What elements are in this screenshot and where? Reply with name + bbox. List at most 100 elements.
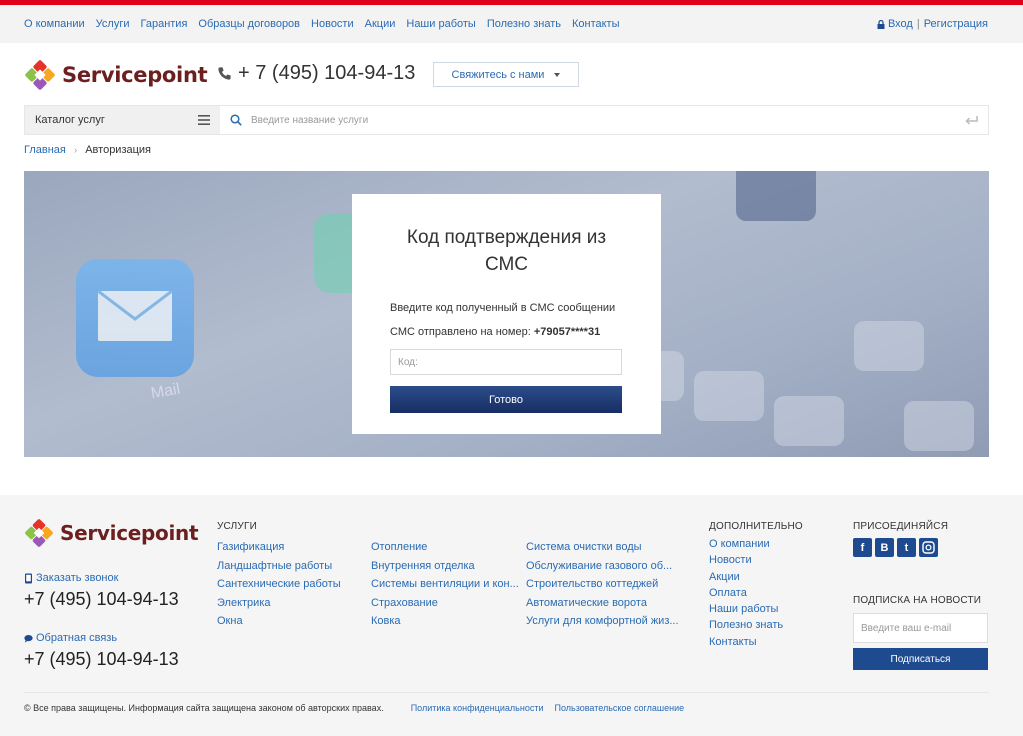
footer-extra-link[interactable]: Наши работы xyxy=(709,603,778,615)
top-menu-link-useful[interactable]: Полезно знать xyxy=(487,18,561,30)
header-phone[interactable]: + 7 (495) 104-94-13 xyxy=(217,62,415,85)
top-menu-link-warranty[interactable]: Гарантия xyxy=(141,18,188,30)
top-menu-item[interactable]: Контакты xyxy=(572,18,620,30)
footer-link[interactable]: Газификация xyxy=(217,538,365,557)
footer-link[interactable]: Акции xyxy=(709,569,783,585)
footer-link[interactable]: Окна xyxy=(217,612,365,631)
breadcrumb-home[interactable]: Главная xyxy=(24,144,66,156)
footer-bottom: © Все права защищены. Информация сайта з… xyxy=(24,703,684,713)
subscribe-button[interactable]: Подписаться xyxy=(853,648,988,670)
sms-code-input[interactable] xyxy=(390,349,622,375)
footer-link[interactable]: О компании xyxy=(709,536,783,552)
top-menu-item[interactable]: Образцы договоров xyxy=(198,18,300,30)
top-menu-link-services[interactable]: Услуги xyxy=(96,18,130,30)
footer-link[interactable]: Сантехнические работы xyxy=(217,575,365,594)
footer-extra-link[interactable]: О компании xyxy=(709,538,770,550)
top-menu-link-promos[interactable]: Акции xyxy=(365,18,396,30)
footer-divider xyxy=(24,692,989,693)
footer-link[interactable]: Строительство коттеджей xyxy=(526,575,678,594)
subscribe-email-input[interactable] xyxy=(853,613,988,643)
callback-link[interactable]: Заказать звонок xyxy=(24,572,118,584)
footer-link[interactable]: Полезно знать xyxy=(709,617,783,633)
footer-link[interactable]: Внутренняя отделка xyxy=(371,557,521,576)
top-menu-item[interactable]: Наши работы xyxy=(406,18,475,30)
site-logo[interactable]: Servicepoint xyxy=(24,59,208,91)
footer-service-link[interactable]: Окна xyxy=(217,615,243,627)
footer-link[interactable]: Обслуживание газового об... xyxy=(526,557,678,576)
keyboard-key-image xyxy=(904,401,974,451)
footer-service-link[interactable]: Страхование xyxy=(371,597,438,609)
footer-service-link[interactable]: Система очистки воды xyxy=(526,541,642,553)
footer-phone-primary[interactable]: +7 (495) 104-94-13 xyxy=(24,589,179,610)
privacy-policy-link[interactable]: Политика конфиденциальности xyxy=(411,703,544,713)
submit-code-button[interactable]: Готово xyxy=(390,386,622,413)
footer-extra-link[interactable]: Новости xyxy=(709,554,752,566)
facebook-icon[interactable]: f xyxy=(853,538,872,557)
enter-icon[interactable] xyxy=(965,115,978,126)
footer-link[interactable]: Электрика xyxy=(217,594,365,613)
footer-link[interactable]: Отопление xyxy=(371,538,521,557)
feedback-link[interactable]: Обратная связь xyxy=(24,632,117,644)
footer-link[interactable]: Контакты xyxy=(709,634,783,650)
register-link[interactable]: Регистрация xyxy=(924,18,988,30)
contact-us-dropdown[interactable]: Свяжитесь с нами xyxy=(433,62,579,87)
footer-service-link[interactable]: Автоматические ворота xyxy=(526,597,647,609)
top-menu-item[interactable]: Полезно знать xyxy=(487,18,561,30)
top-menu-link-works[interactable]: Наши работы xyxy=(406,18,475,30)
services-heading: УСЛУГИ xyxy=(217,521,257,532)
top-menu-item[interactable]: О компании xyxy=(24,18,85,30)
top-menu-item[interactable]: Гарантия xyxy=(141,18,188,30)
footer-service-link[interactable]: Ковка xyxy=(371,615,401,627)
footer-service-link[interactable]: Внутренняя отделка xyxy=(371,560,475,572)
footer-link[interactable]: Ковка xyxy=(371,612,521,631)
twitter-icon[interactable]: t xyxy=(897,538,916,557)
footer-link[interactable]: Наши работы xyxy=(709,601,783,617)
footer-link[interactable]: Ландшафтные работы xyxy=(217,557,365,576)
catalog-menu-button[interactable]: Каталог услуг xyxy=(25,106,220,134)
vkontakte-icon[interactable]: B xyxy=(875,538,894,557)
sms-verification-card: Код подтверждения из СМС Введите код пол… xyxy=(352,194,661,434)
search-icon[interactable] xyxy=(230,114,242,126)
footer-extra-link[interactable]: Акции xyxy=(709,571,740,583)
top-menu-item[interactable]: Новости xyxy=(311,18,354,30)
footer-link[interactable]: Услуги для комфортной жиз... xyxy=(526,612,678,631)
footer-service-link[interactable]: Отопление xyxy=(371,541,427,553)
top-menu-item[interactable]: Услуги xyxy=(96,18,130,30)
subscribe-heading: ПОДПИСКА НА НОВОСТИ xyxy=(853,595,982,606)
top-menu-link-news[interactable]: Новости xyxy=(311,18,354,30)
service-search-input[interactable] xyxy=(251,114,965,126)
app-tile-image xyxy=(736,171,816,221)
services-column-1: Газификация Ландшафтные работы Сантехнич… xyxy=(217,538,365,631)
footer-service-link[interactable]: Системы вентиляции и кон... xyxy=(371,578,519,590)
mail-app-label: Mail xyxy=(149,380,182,403)
site-header: Servicepoint + 7 (495) 104-94-13 Свяжите… xyxy=(24,55,989,95)
footer-service-link[interactable]: Ландшафтные работы xyxy=(217,560,332,572)
footer-link[interactable]: Системы вентиляции и кон... xyxy=(371,575,521,594)
footer-link[interactable]: Страхование xyxy=(371,594,521,613)
sms-sent-info: СМС отправлено на номер: +79057****31 xyxy=(390,326,623,338)
header-phone-number: + 7 (495) 104-94-13 xyxy=(238,62,416,84)
footer-link[interactable]: Автоматические ворота xyxy=(526,594,678,613)
footer-service-link[interactable]: Газификация xyxy=(217,541,284,553)
footer-extra-link[interactable]: Оплата xyxy=(709,587,747,599)
footer-extra-link[interactable]: Контакты xyxy=(709,636,757,648)
footer-service-link[interactable]: Обслуживание газового об... xyxy=(526,560,672,572)
top-menu-link-contacts[interactable]: Контакты xyxy=(572,18,620,30)
top-menu-link-contracts[interactable]: Образцы договоров xyxy=(198,18,300,30)
footer-link[interactable]: Новости xyxy=(709,552,783,568)
top-menu-link-about[interactable]: О компании xyxy=(24,18,85,30)
footer-link[interactable]: Система очистки воды xyxy=(526,538,678,557)
top-menu-item[interactable]: Акции xyxy=(365,18,396,30)
footer-extra-link[interactable]: Полезно знать xyxy=(709,619,783,631)
footer-service-link[interactable]: Услуги для комфортной жиз... xyxy=(526,615,678,627)
login-link[interactable]: Вход xyxy=(888,18,913,30)
instagram-icon[interactable] xyxy=(919,538,938,557)
footer-service-link[interactable]: Строительство коттеджей xyxy=(526,578,658,590)
callback-label: Заказать звонок xyxy=(36,572,119,584)
footer-service-link[interactable]: Электрика xyxy=(217,597,271,609)
footer-logo[interactable]: Servicepoint xyxy=(24,518,199,548)
footer-phone-secondary[interactable]: +7 (495) 104-94-13 xyxy=(24,649,179,670)
footer-service-link[interactable]: Сантехнические работы xyxy=(217,578,341,590)
terms-link[interactable]: Пользовательское соглашение xyxy=(554,703,684,713)
footer-link[interactable]: Оплата xyxy=(709,585,783,601)
